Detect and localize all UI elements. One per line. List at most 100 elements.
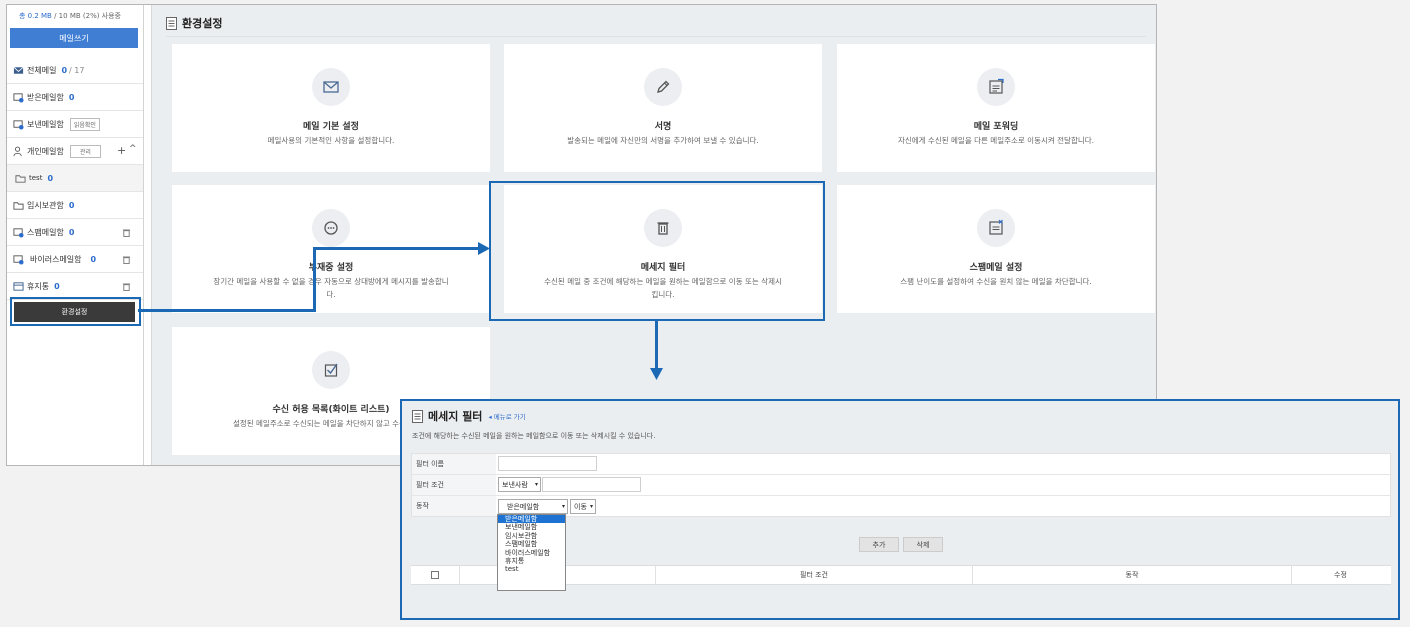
sidebar-item-label: 보낸메일함 (27, 119, 64, 129)
filter-description: 조건에 해당하는 수신된 메일을 원하는 메일함으로 이동 또는 삭제시킬 수 … (412, 432, 656, 440)
delete-filter-button[interactable]: 삭제 (903, 537, 943, 552)
sidebar-item-personal[interactable]: 개인메일함 관리 + ^ (7, 138, 143, 165)
page-title-text: 환경설정 (182, 17, 223, 30)
condition-value-input[interactable] (542, 477, 641, 492)
add-folder-button[interactable]: + (117, 144, 126, 157)
filter-name-label: 필터 이름 (412, 454, 496, 474)
empty-trash-icon[interactable] (122, 255, 131, 264)
chat-bubble-icon (324, 221, 338, 235)
sent-mail-icon (13, 119, 24, 130)
draft-folder-icon (13, 201, 24, 210)
mailbox-dropdown-list: 받은메일함 보낸메일함 임시보관함 스팸메일함 바이러스메일함 휴지통 test (497, 514, 566, 591)
card-title: 서명 (654, 122, 672, 132)
empty-trash-icon[interactable] (122, 282, 131, 291)
column-header-action[interactable]: 동작 (973, 566, 1292, 584)
filter-name-row: 필터 이름 (412, 454, 1390, 475)
sidebar-item-label: 전체메일 (27, 65, 57, 75)
select-all-checkbox[interactable] (431, 571, 439, 579)
sidebar: 총 0.2 MB / 10 MB (2%) 사용중 메일쓰기 전체메일 0 / … (7, 5, 144, 465)
arrow-segment (655, 321, 658, 370)
card-mail-forwarding[interactable]: 메일 포워딩 자신에게 수신된 메일을 다른 메일주소로 이동시켜 전달합니다. (837, 44, 1155, 172)
sidebar-item-trash[interactable]: 휴지통 0 (7, 273, 143, 300)
sidebar-item-inbox[interactable]: 받은메일함 0 (7, 84, 143, 111)
filter-panel-title: 메세지 필터 ◂ 메뉴로 가기 (412, 408, 526, 424)
write-mail-button[interactable]: 메일쓰기 (10, 28, 138, 48)
card-title: 메일 포워딩 (973, 122, 1019, 132)
dropdown-option[interactable]: test (498, 565, 565, 573)
card-icon-circle (312, 68, 350, 106)
back-to-menu-link[interactable]: ◂ 메뉴로 가기 (488, 411, 525, 421)
spam-icon (13, 227, 24, 238)
quota-text: 총 0.2 MB / 10 MB (2%) 사용중 (19, 11, 121, 21)
card-description: 스팸 난이도를 설정하여 수신을 원치 않는 메일을 차단합니다. (900, 277, 1092, 286)
sidebar-item-label: 바이러스메일함 (30, 254, 82, 264)
screenshot-stage: 총 0.2 MB / 10 MB (2%) 사용중 메일쓰기 전체메일 0 / … (0, 0, 1410, 627)
card-icon-circle (312, 351, 350, 389)
sidebar-item-virus[interactable]: 바이러스메일함 0 (7, 246, 143, 273)
sidebar-item-test[interactable]: test 0 (7, 165, 143, 192)
envelope-icon (323, 81, 339, 93)
sidebar-item-all-mail[interactable]: 전체메일 0 / 17 (7, 57, 143, 84)
filter-form: 필터 이름 필터 조건 보낸사람 ▾ 동작 받은메일함 ▾ 이동 ▾ (411, 453, 1391, 517)
card-icon-circle (977, 68, 1015, 106)
filter-condition-row: 필터 조건 보낸사람 ▾ (412, 475, 1390, 496)
mail-count: 0 (90, 254, 97, 264)
quota-used: 총 0.2 MB (19, 12, 52, 20)
arrow-segment (313, 247, 316, 312)
dropdown-option[interactable]: 임시보관함 (498, 532, 565, 540)
sidebar-item-sent[interactable]: 보낸메일함 읽음확인 (7, 111, 143, 138)
sidebar-item-label: test (29, 174, 43, 182)
card-description: 발송되는 메일에 자신만의 서명을 추가하여 보낼 수 있습니다. (567, 136, 759, 145)
document-icon (166, 16, 177, 30)
action-type-select[interactable]: 이동 ▾ (570, 499, 596, 514)
card-spam-settings[interactable]: 스팸메일 설정 스팸 난이도를 설정하여 수신을 원치 않는 메일을 차단합니다… (837, 185, 1155, 313)
mail-count: 0 (47, 173, 54, 183)
target-select-value: 받은메일함 (507, 502, 540, 511)
filter-condition-label: 필터 조건 (412, 475, 496, 495)
arrow-segment (313, 247, 481, 250)
condition-select-value: 보낸사람 (502, 480, 528, 489)
arrowhead-right-icon (478, 242, 490, 255)
sidebar-item-spam[interactable]: 스팸메일함 0 (7, 219, 143, 246)
sidebar-item-drafts[interactable]: 임시보관함 0 (7, 192, 143, 219)
collapse-caret-icon[interactable]: ^ (129, 144, 137, 154)
dropdown-option[interactable]: 스팸메일함 (498, 540, 565, 548)
mail-count: 0 (61, 65, 68, 75)
mail-total: / 17 (69, 65, 85, 75)
column-header-condition[interactable]: 필터 조건 (656, 566, 973, 584)
select-all-cell (411, 566, 460, 584)
title-divider (166, 36, 1146, 37)
card-description: 장기간 메일을 사용할 수 없을 경우 자동으로 상대방에게 메시지를 발송합니… (213, 277, 449, 299)
empty-trash-icon[interactable] (122, 228, 131, 237)
pencil-icon (657, 80, 670, 93)
card-icon-circle (644, 68, 682, 106)
mail-count: 0 (68, 200, 75, 210)
card-signature[interactable]: 서명 발송되는 메일에 자신만의 서명을 추가하여 보낼 수 있습니다. (504, 44, 822, 172)
sidebar-item-label: 임시보관함 (27, 200, 64, 210)
chevron-down-icon: ▾ (534, 481, 538, 488)
dropdown-option[interactable]: 보낸메일함 (498, 523, 565, 531)
highlight-box-filter-card (489, 181, 825, 321)
add-filter-button[interactable]: 추가 (859, 537, 899, 552)
column-header-edit[interactable]: 수정 (1292, 566, 1389, 584)
mail-count: 0 (68, 227, 75, 237)
filter-action-label: 동작 (412, 496, 496, 516)
filter-name-input[interactable] (498, 456, 597, 471)
manage-folders-button[interactable]: 관리 (69, 144, 101, 158)
target-mailbox-select[interactable]: 받은메일함 ▾ (498, 499, 568, 514)
sidebar-item-label: 스팸메일함 (27, 227, 64, 237)
dropdown-option[interactable]: 바이러스메일함 (498, 549, 565, 557)
card-description: 자신에게 수신된 메일을 다른 메일주소로 이동시켜 전달합니다. (897, 136, 1095, 145)
block-doc-icon (989, 219, 1003, 235)
card-title: 스팸메일 설정 (969, 263, 1023, 273)
trash-bin-icon (13, 281, 24, 291)
card-mail-basic[interactable]: 메일 기본 설정 메일사용의 기본적인 사항을 설정합니다. (172, 44, 490, 172)
forward-doc-icon (989, 78, 1004, 94)
document-icon (412, 409, 423, 423)
virus-icon (13, 254, 24, 265)
dropdown-option[interactable]: 휴지통 (498, 557, 565, 565)
card-title: 메일 기본 설정 (303, 122, 359, 132)
read-receipt-button[interactable]: 읽음확인 (69, 117, 100, 131)
condition-field-select[interactable]: 보낸사람 ▾ (498, 477, 541, 492)
sidebar-item-label: 개인메일함 (27, 146, 64, 156)
